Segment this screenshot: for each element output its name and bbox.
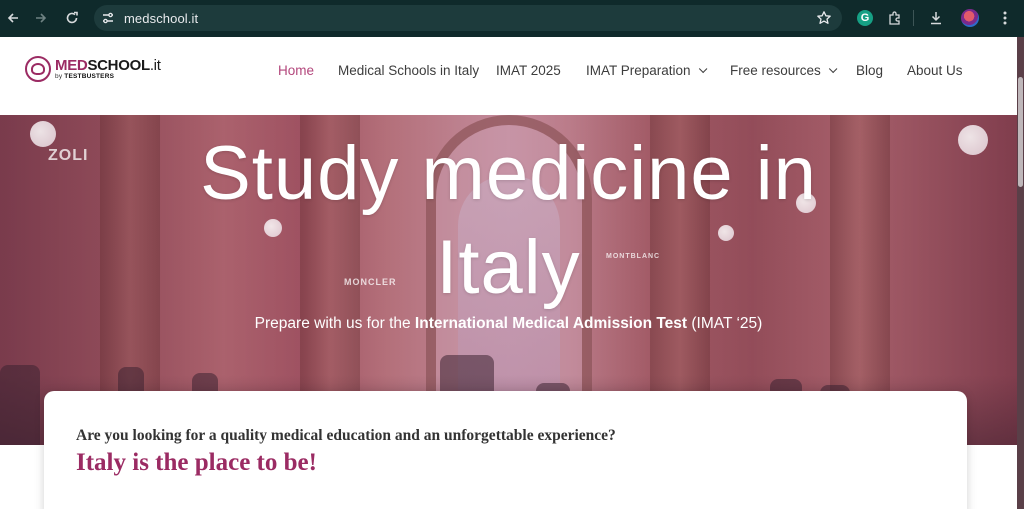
main-nav: Home Medical Schools in Italy IMAT 2025 … — [0, 63, 1017, 83]
nav-free-resources[interactable]: Free resources — [730, 63, 838, 78]
nav-medical-schools[interactable]: Medical Schools in Italy — [338, 63, 479, 78]
download-icon[interactable] — [926, 8, 946, 28]
intro-card: Are you looking for a quality medical ed… — [44, 391, 967, 509]
url-text[interactable]: medschool.it — [124, 11, 198, 26]
nav-free-resources-label: Free resources — [730, 63, 821, 78]
nav-imat-2025[interactable]: IMAT 2025 — [496, 63, 561, 78]
nav-about-us[interactable]: About Us — [907, 63, 963, 78]
grammarly-letter: G — [857, 10, 873, 26]
intro-headline: Italy is the place to be! — [76, 449, 317, 476]
nav-medical-schools-label: Medical Schools in Italy — [338, 63, 480, 78]
hero-subtitle-suffix: (IMAT ‘25) — [687, 315, 763, 332]
bookmark-star-icon[interactable] — [816, 10, 832, 31]
nav-about-us-label: About Us — [907, 63, 963, 78]
back-arrow-icon[interactable] — [3, 8, 23, 28]
scrollbar-thumb[interactable] — [1018, 77, 1023, 187]
hero-subtitle: Prepare with us for the International Me… — [0, 315, 1017, 333]
nav-blog-label: Blog — [856, 63, 884, 78]
page-scrollbar[interactable] — [1017, 37, 1024, 509]
reload-icon[interactable] — [62, 8, 82, 28]
site-header: MEDSCHOOL.it by TESTBUSTERS Home Medical… — [0, 37, 1017, 115]
nav-imat-2025-label: IMAT 2025 — [496, 63, 561, 78]
extensions-icon[interactable] — [885, 8, 905, 28]
forward-arrow-icon[interactable] — [31, 8, 51, 28]
hero-title-line1: Study medicine in — [200, 131, 817, 216]
address-bar[interactable]: medschool.it — [94, 5, 842, 31]
intro-question: Are you looking for a quality medical ed… — [76, 427, 616, 444]
nav-imat-preparation-label: IMAT Preparation — [586, 63, 691, 78]
hero-subtitle-bold: International Medical Admission Test — [414, 315, 688, 332]
hero-title: Study medicine in Italy — [0, 127, 1017, 315]
chevron-down-icon — [828, 64, 838, 73]
hero-subtitle-prefix: Prepare with us for the — [254, 315, 415, 332]
hero-person — [0, 365, 40, 445]
nav-imat-preparation[interactable]: IMAT Preparation — [586, 63, 707, 78]
nav-blog[interactable]: Blog — [856, 63, 883, 78]
nav-home[interactable]: Home — [278, 63, 314, 78]
profile-avatar[interactable] — [960, 8, 980, 28]
profile-avatar-image — [961, 9, 979, 27]
toolbar-divider — [913, 10, 914, 26]
hero-title-line2: Italy — [436, 225, 581, 310]
browser-toolbar: medschool.it G — [0, 0, 1024, 37]
nav-home-label: Home — [278, 63, 315, 78]
menu-kebab-icon[interactable] — [995, 8, 1015, 28]
site-settings-icon[interactable] — [100, 10, 116, 26]
grammarly-icon[interactable]: G — [855, 8, 875, 28]
chevron-down-icon — [698, 64, 707, 73]
